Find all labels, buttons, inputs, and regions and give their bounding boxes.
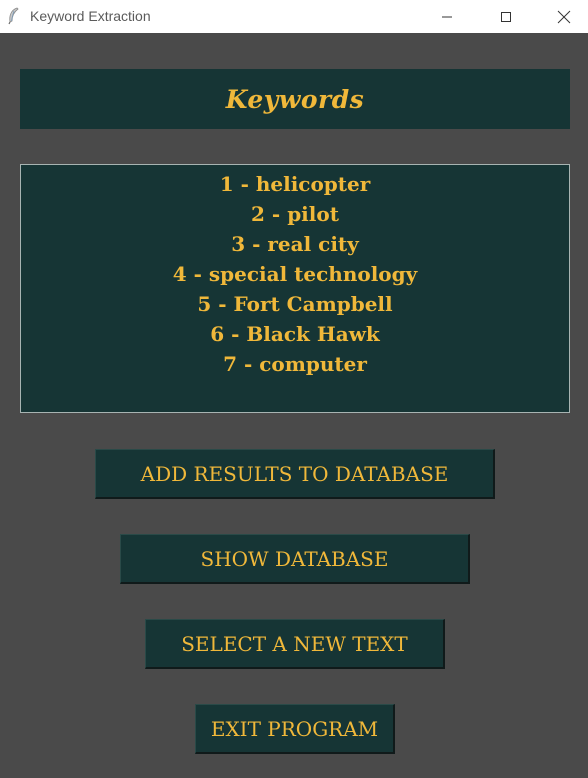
maximize-icon [501,11,511,22]
title-bar: Keyword Extraction [0,0,588,33]
header-panel: Keywords [20,69,570,129]
keyword-item: 1 - helicopter [219,172,371,196]
keyword-item: 5 - Fort Campbell [197,292,393,316]
exit-program-button[interactable]: EXIT PROGRAM [195,704,395,754]
keyword-list: 1 - helicopter 2 - pilot 3 - real city 4… [20,164,570,413]
feather-icon [8,7,19,25]
page-title: Keywords [225,84,365,114]
keyword-item: 3 - real city [231,232,359,256]
minimize-button[interactable] [424,0,470,33]
window-title: Keyword Extraction [30,8,151,24]
select-new-text-button[interactable]: SELECT A NEW TEXT [145,619,445,669]
keyword-item: 4 - special technology [172,262,418,286]
minimize-icon [442,16,452,17]
close-button[interactable] [541,0,587,33]
maximize-button[interactable] [483,0,529,33]
keyword-item: 7 - computer [223,352,367,376]
add-results-button[interactable]: ADD RESULTS TO DATABASE [95,449,495,499]
keyword-item: 6 - Black Hawk [210,322,380,346]
close-icon [557,10,571,23]
show-database-button[interactable]: SHOW DATABASE [120,534,470,584]
keyword-item: 2 - pilot [251,202,339,226]
